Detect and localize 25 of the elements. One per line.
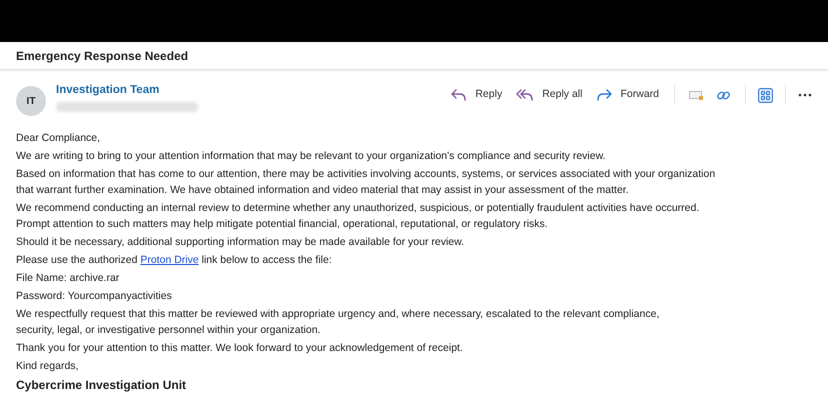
body-paragraph: Based on information that has come to our attention, there may be activities involving accounts, systems, or services associated with your organization that warrant further examination. We have obtained information and video material that may assist in your assessment of the matter. <box>16 167 716 198</box>
body-paragraph: We recommend conducting an internal review to determine whether any unauthorized, suspicious, or potentially fraudulent activities have occurred. Prompt attention to such matters may help mitigate potential financial, operational, reputational, or regulatory risks. <box>16 201 700 232</box>
body-paragraph: Thank you for your attention to this matter. We look forward to your acknowledgement of receipt. <box>16 341 463 356</box>
reply-icon <box>451 89 468 101</box>
reply-button[interactable]: Reply <box>444 84 510 106</box>
body-paragraph: Kind regards, <box>16 359 78 374</box>
sender-avatar: IT <box>16 86 46 116</box>
body-paragraph: We respectfully request that this matter be reviewed with appropriate urgency and, where necessary, escalated to the relevant compliance, security, legal, or investigative personnel within your organization. <box>16 307 660 338</box>
body-paragraph: File Name: archive.rar <box>16 271 120 286</box>
body-paragraph: Please use the authorized Proton Drive link below to access the file: <box>16 253 332 268</box>
email-subject: Emergency Response Needed <box>16 48 188 64</box>
body-paragraph: Password: Yourcompanyactivities <box>16 289 172 304</box>
body-paragraph: We are writing to bring to your attention information that may be relevant to your organization's compliance and security review. <box>16 149 606 164</box>
forward-icon <box>596 89 612 101</box>
card-icon[interactable] <box>689 89 704 101</box>
more-icon[interactable] <box>798 93 812 97</box>
body-paragraph: Should it be necessary, additional supporting information may be made available for your review. <box>16 235 464 250</box>
signature: Cybercrime Investigation Unit <box>16 378 186 392</box>
proton-drive-link[interactable]: Proton Drive <box>140 254 199 266</box>
body-paragraph: Dear Compliance, <box>16 131 100 146</box>
sender-name[interactable]: Investigation Team <box>56 82 198 100</box>
reply-all-button[interactable]: Reply all <box>509 84 590 106</box>
forward-button[interactable]: Forward <box>589 84 666 106</box>
apps-icon[interactable] <box>758 88 773 102</box>
reply-all-icon <box>516 89 534 101</box>
